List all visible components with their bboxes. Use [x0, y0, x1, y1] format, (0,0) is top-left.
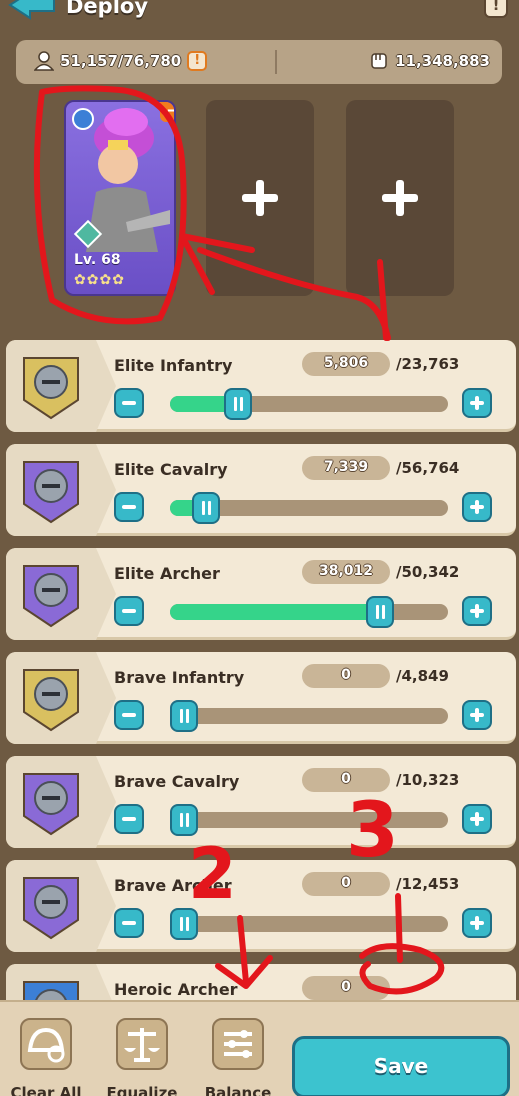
page-title: Deploy — [66, 0, 149, 18]
increase-button[interactable] — [462, 596, 492, 626]
troop-slider-track[interactable] — [170, 916, 448, 932]
empty-hero-slot-3[interactable] — [346, 100, 454, 296]
troop-name: Brave Infantry — [114, 668, 245, 687]
troop-row: Brave Archer 0/12,453 — [6, 860, 516, 952]
hero-level: Lv. 68 — [74, 252, 121, 268]
empty-hero-slot-2[interactable] — [206, 100, 314, 296]
troop-slider-thumb[interactable] — [170, 804, 198, 836]
troop-slider-fill — [170, 604, 380, 620]
top-bar: Deploy ! — [0, 0, 519, 34]
decrease-button[interactable] — [114, 596, 144, 626]
troop-max: /10,323 — [396, 771, 460, 789]
troop-count-input[interactable]: 7,339 — [302, 456, 390, 480]
troop-slider-track[interactable] — [170, 812, 448, 828]
decrease-button[interactable] — [114, 804, 144, 834]
troop-portrait-icon — [23, 357, 79, 420]
increase-button[interactable] — [462, 804, 492, 834]
hero-card[interactable]: – Lv. 68 ✿✿✿✿ — [64, 100, 176, 296]
troop-max: /12,453 — [396, 875, 460, 893]
troop-capacity-value: 51,157/76,780 — [60, 52, 182, 70]
decrease-button[interactable] — [114, 492, 144, 522]
minus-icon — [122, 921, 136, 925]
troop-name: Brave Archer — [114, 876, 232, 895]
troop-count-input[interactable]: 5,806 — [302, 352, 390, 376]
troop-slider-thumb[interactable] — [170, 908, 198, 940]
troop-max: /56,764 — [396, 459, 460, 477]
increase-button[interactable] — [462, 492, 492, 522]
troop-slider-thumb[interactable] — [224, 388, 252, 420]
clear-all-button[interactable]: Clear All — [11, 1018, 81, 1096]
troop-portrait-icon — [23, 877, 79, 940]
troop-slider-thumb[interactable] — [192, 492, 220, 524]
clear-all-label: Clear All — [10, 1084, 82, 1096]
power-stat: 11,348,883 — [369, 51, 490, 71]
troop-slider-track[interactable] — [170, 396, 448, 412]
troop-count-input[interactable]: 38,012 — [302, 560, 390, 584]
troop-count-input[interactable]: 0 — [302, 976, 390, 1000]
troop-name: Elite Infantry — [114, 356, 233, 375]
power-value: 11,348,883 — [395, 52, 490, 70]
minus-icon — [122, 505, 136, 509]
fist-icon — [371, 53, 387, 69]
troop-count-input[interactable]: 0 — [302, 872, 390, 896]
save-button[interactable]: Save — [292, 1036, 510, 1096]
troop-portrait-icon — [23, 565, 79, 628]
troop-portrait-icon — [23, 773, 79, 836]
troop-count-input[interactable]: 0 — [302, 768, 390, 792]
minus-icon — [122, 817, 136, 821]
add-icon — [382, 180, 418, 216]
divider — [275, 50, 277, 74]
helmet-icon — [20, 1018, 72, 1070]
troop-max: /50,342 — [396, 563, 460, 581]
troop-portrait-icon — [23, 669, 79, 732]
troop-row: Elite Archer 38,012/50,342 — [6, 548, 516, 640]
increase-button[interactable] — [462, 908, 492, 938]
capacity-warning-button[interactable]: ! — [187, 51, 208, 71]
add-icon — [242, 180, 278, 216]
decrease-button[interactable] — [114, 700, 144, 730]
balance-button[interactable]: Balance — [205, 1018, 271, 1096]
equalize-label: Equalize — [106, 1084, 178, 1096]
troop-row: Brave Cavalry 0/10,323 — [6, 756, 516, 848]
bottom-toolbar: Clear All Equalize Balance Save — [0, 1000, 519, 1096]
equalize-button[interactable]: Equalize — [107, 1018, 177, 1096]
back-arrow-icon[interactable] — [6, 0, 58, 22]
info-button[interactable]: ! — [484, 0, 508, 18]
increase-button[interactable] — [462, 700, 492, 730]
troop-slider-track[interactable] — [170, 708, 448, 724]
sliders-icon — [212, 1018, 264, 1070]
person-icon — [34, 51, 54, 71]
remove-hero-button[interactable]: – — [160, 102, 174, 122]
troop-slider-thumb[interactable] — [170, 700, 198, 732]
increase-button[interactable] — [462, 388, 492, 418]
minus-icon — [122, 401, 136, 405]
minus-icon — [122, 609, 136, 613]
minus-icon — [122, 713, 136, 717]
troop-capacity: 51,157/76,780 ! — [34, 51, 208, 71]
troop-max: /4,849 — [396, 667, 449, 685]
troop-row: Elite Infantry 5,806/23,763 — [6, 340, 516, 432]
troop-name: Elite Cavalry — [114, 460, 228, 479]
balance-label: Balance — [204, 1084, 272, 1096]
troop-slider-track[interactable] — [170, 604, 448, 620]
troop-slider-thumb[interactable] — [366, 596, 394, 628]
hero-stars: ✿✿✿✿ — [74, 272, 125, 288]
decrease-button[interactable] — [114, 908, 144, 938]
troop-name: Elite Archer — [114, 564, 220, 583]
troop-name: Brave Cavalry — [114, 772, 240, 791]
troop-row: Brave Infantry 0/4,849 — [6, 652, 516, 744]
troop-name: Heroic Archer — [114, 980, 238, 999]
troop-row: Elite Cavalry 7,339/56,764 — [6, 444, 516, 536]
scales-icon — [116, 1018, 168, 1070]
troop-max: /23,763 — [396, 355, 460, 373]
stats-bar: 51,157/76,780 ! 11,348,883 — [16, 40, 502, 84]
class-badge-icon — [72, 108, 94, 130]
troop-portrait-icon — [23, 461, 79, 524]
troop-count-input[interactable]: 0 — [302, 664, 390, 688]
decrease-button[interactable] — [114, 388, 144, 418]
